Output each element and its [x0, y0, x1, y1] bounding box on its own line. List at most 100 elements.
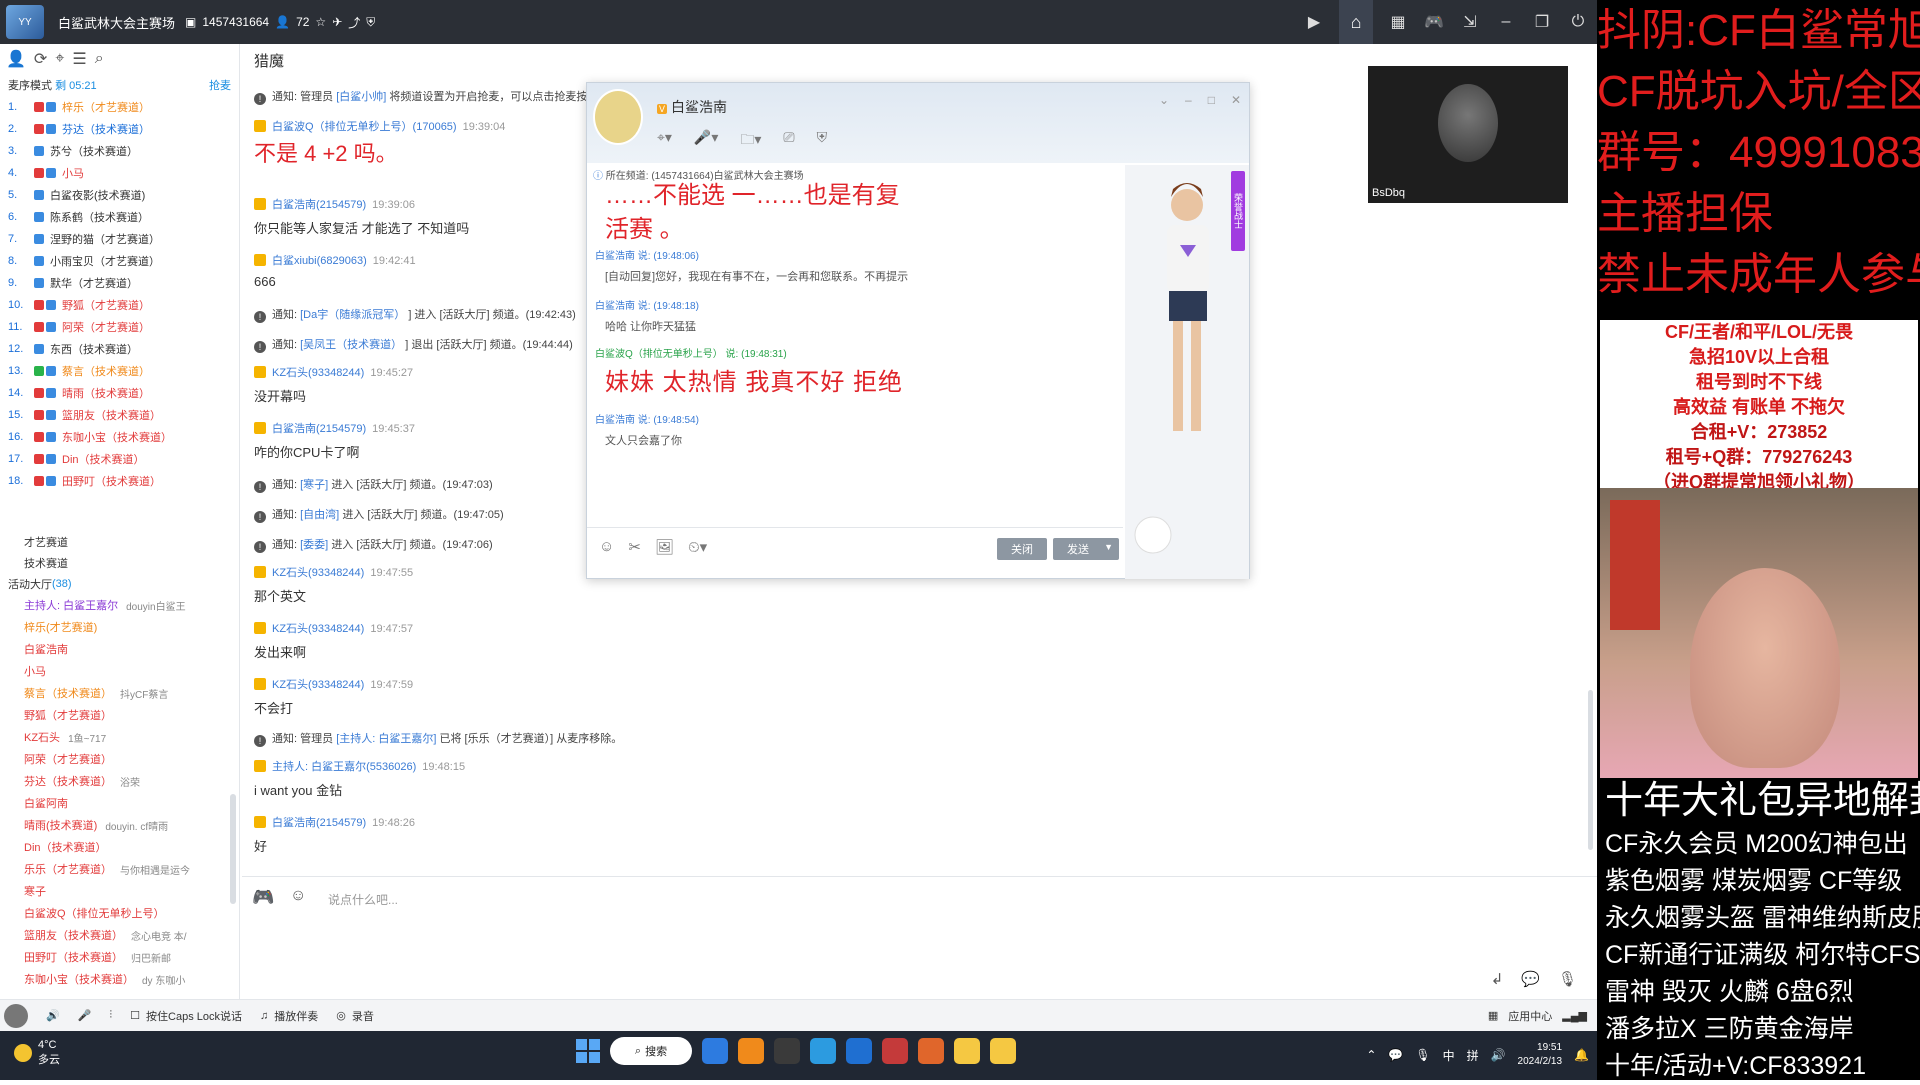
maximize-icon[interactable]: □ — [1208, 93, 1215, 107]
mic-icon[interactable]: 🎙 — [1558, 970, 1577, 988]
send-button[interactable]: 发送 ▼ — [1053, 538, 1119, 560]
sidebar-scrollbar[interactable] — [230, 794, 236, 904]
sender-name[interactable]: KZ石头(93348244) — [272, 367, 364, 379]
scissors-icon[interactable]: ✂ — [628, 538, 641, 556]
clock[interactable]: 19:51 2024/2/13 — [1518, 1041, 1563, 1069]
chevron-up-icon[interactable]: ⌃ — [1366, 1048, 1376, 1062]
queue-item[interactable]: 9. 默华（才艺赛道） — [8, 272, 239, 294]
star-icon[interactable]: ☆ — [315, 15, 326, 29]
app-g-icon[interactable] — [774, 1038, 800, 1064]
queue-item[interactable]: 17. Din（技术赛道） — [8, 448, 239, 470]
video-icon[interactable]: ▶ — [1303, 12, 1325, 32]
notice-user-link[interactable]: [Da宇（随缘派冠军） — [300, 309, 405, 321]
queue-item[interactable]: 18. 田野叮（技术赛道） — [8, 470, 239, 492]
member-item[interactable]: 白鲨浩南 — [0, 638, 240, 660]
gamepad-icon[interactable]: 🎮 — [1423, 12, 1445, 32]
queue-item[interactable]: 10. 野狐（才艺赛道） — [8, 294, 239, 316]
app-k-icon[interactable] — [702, 1038, 728, 1064]
list-icon[interactable]: ☰ — [72, 49, 86, 69]
minimize-icon[interactable]: – — [1495, 13, 1517, 31]
home-icon[interactable]: ⌂ — [1339, 0, 1373, 44]
ime2-indicator[interactable]: 拼 — [1467, 1047, 1479, 1064]
refresh-icon[interactable]: ⟳ — [34, 49, 47, 69]
sender-name[interactable]: 白鲨浩南(2154579) — [272, 423, 366, 435]
minimize-icon[interactable]: – — [1185, 93, 1192, 107]
screen-icon[interactable]: ⎚ — [783, 129, 794, 153]
queue-item[interactable]: 16. 东咖小宝（技术赛道） — [8, 426, 239, 448]
sender-name[interactable]: 主持人: 白鲨王嘉尔(5536026) — [272, 761, 416, 773]
queue-item[interactable]: 3. 苏兮（技术赛道） — [8, 140, 239, 162]
shield-icon[interactable]: ⛨ — [817, 129, 828, 153]
chat-input[interactable]: 说点什么吧... — [328, 891, 398, 908]
sender-name[interactable]: 白鲨浩南(2154579) — [272, 817, 366, 829]
member-item[interactable]: 梓乐(才艺赛道) — [0, 616, 240, 638]
notice-user-link[interactable]: [白鲨小帅] — [336, 91, 386, 103]
member-item[interactable]: 蔡言（技术赛道） 抖yCF蔡言 — [0, 682, 240, 704]
wechat-icon[interactable]: 💬 — [1388, 1048, 1403, 1062]
search-icon[interactable]: ⌕ — [95, 50, 104, 68]
mic-tray-icon[interactable]: 🎙 — [1415, 1048, 1430, 1062]
subchannel-item[interactable]: 才艺赛道 — [0, 531, 240, 552]
member-item[interactable]: 寒子 — [0, 880, 240, 902]
restore-icon[interactable]: ❐ — [1531, 12, 1553, 32]
share-icon[interactable]: ⤴ — [348, 14, 360, 31]
member-item[interactable]: 乐乐（才艺赛道） 与你相遇是运今 — [0, 858, 240, 880]
app-red-icon[interactable] — [882, 1038, 908, 1064]
weather-widget[interactable]: 4°C 多云 — [14, 1039, 60, 1067]
subchannel-item[interactable]: 技术赛道 — [0, 552, 240, 573]
emoji-icon[interactable]: ☺ — [290, 887, 306, 905]
member-item[interactable]: KZ石头 1鱼~717 — [0, 726, 240, 748]
sender-name[interactable]: 白鲨波Q（排位无单秒上号）(170065) — [272, 121, 457, 133]
location-icon[interactable]: ⌖ — [55, 50, 64, 68]
member-item[interactable]: 田野叮（技术赛道） 归巴新邮 — [0, 946, 240, 968]
bubble-icon[interactable]: 💬 — [1521, 970, 1540, 988]
member-item[interactable]: 芬达（技术赛道） 浴荣 — [0, 770, 240, 792]
folder-icon[interactable]: 🗀▾ — [740, 129, 761, 153]
clock-icon[interactable]: ⏲▾ — [688, 538, 707, 556]
queue-item[interactable]: 5. 白鲨夜影(技术赛道) — [8, 184, 239, 206]
notice-user-link[interactable]: [寒子] — [300, 479, 328, 491]
calendar-icon[interactable]: ▦ — [1387, 12, 1409, 32]
member-item[interactable]: 野狐（才艺赛道） — [0, 704, 240, 726]
speaker-icon[interactable]: 🔊 — [46, 1009, 60, 1022]
notice-user-link[interactable]: [委委] — [300, 539, 328, 551]
mixer-icon[interactable]: ⫶ — [109, 1009, 112, 1022]
channel-logo[interactable]: YY — [0, 0, 50, 44]
member-item[interactable]: 主持人: 白鲨王嘉尔 douyin白鲨王 — [0, 594, 240, 616]
app-blue-icon[interactable] — [810, 1038, 836, 1064]
emoji-icon[interactable]: ☺ — [599, 538, 614, 556]
location-icon[interactable]: ⌖▾ — [657, 129, 672, 153]
contact-avatar[interactable] — [593, 89, 643, 145]
record-button[interactable]: ◎ 录音 — [336, 1008, 374, 1024]
queue-item[interactable]: 14. 晴雨（技术赛道） — [8, 382, 239, 404]
member-item[interactable]: 白鲨阿南 — [0, 792, 240, 814]
sender-name[interactable]: KZ石头(93348244) — [272, 567, 364, 579]
microphone-icon[interactable]: 🎤 — [78, 1009, 92, 1022]
sender-name[interactable]: 白鲨浩南(2154579) — [272, 199, 366, 211]
windows-start-icon[interactable] — [576, 1039, 600, 1063]
queue-item[interactable]: 13. 蔡言（技术赛道） — [8, 360, 239, 382]
member-item[interactable]: 东咖小宝（技术赛道） dy 东咖小 — [0, 968, 240, 990]
member-item[interactable]: Din（技术赛道） — [0, 836, 240, 858]
queue-item[interactable]: 11. 阿荣（才艺赛道） — [8, 316, 239, 338]
app-yy-icon[interactable] — [954, 1038, 980, 1064]
notice-user-link[interactable]: [吴凤王（技术赛道） — [300, 339, 402, 351]
my-avatar[interactable] — [4, 1003, 28, 1028]
hall-channel[interactable]: 活动大厅 (38) — [0, 573, 240, 594]
queue-item[interactable]: 8. 小雨宝贝（才艺赛道） — [8, 250, 239, 272]
sender-name[interactable]: KZ石头(93348244) — [272, 679, 364, 691]
camera-preview[interactable]: BsDbq — [1368, 66, 1568, 203]
queue-item[interactable]: 4. 小马 — [8, 162, 239, 184]
member-item[interactable]: 白鲨波Q（排位无单秒上号） — [0, 902, 240, 924]
ime-indicator[interactable]: 中 — [1443, 1047, 1455, 1064]
close-button[interactable]: 关闭 — [997, 538, 1047, 560]
member-item[interactable]: 篮朋友（技术赛道） 念心电竞 本/ — [0, 924, 240, 946]
member-item[interactable]: 小马 — [0, 660, 240, 682]
member-item[interactable]: 阿荣（才艺赛道） — [0, 748, 240, 770]
queue-item[interactable]: 7. 涅野的猫（才艺赛道） — [8, 228, 239, 250]
queue-item[interactable]: 6. 陈系鹤（技术赛道） — [8, 206, 239, 228]
enter-icon[interactable]: ↲ — [1491, 970, 1504, 988]
sender-name[interactable]: KZ石头(93348244) — [272, 623, 364, 635]
plane-icon[interactable]: ✈ — [332, 15, 342, 29]
bell-icon[interactable]: 🔔 — [1574, 1048, 1589, 1062]
